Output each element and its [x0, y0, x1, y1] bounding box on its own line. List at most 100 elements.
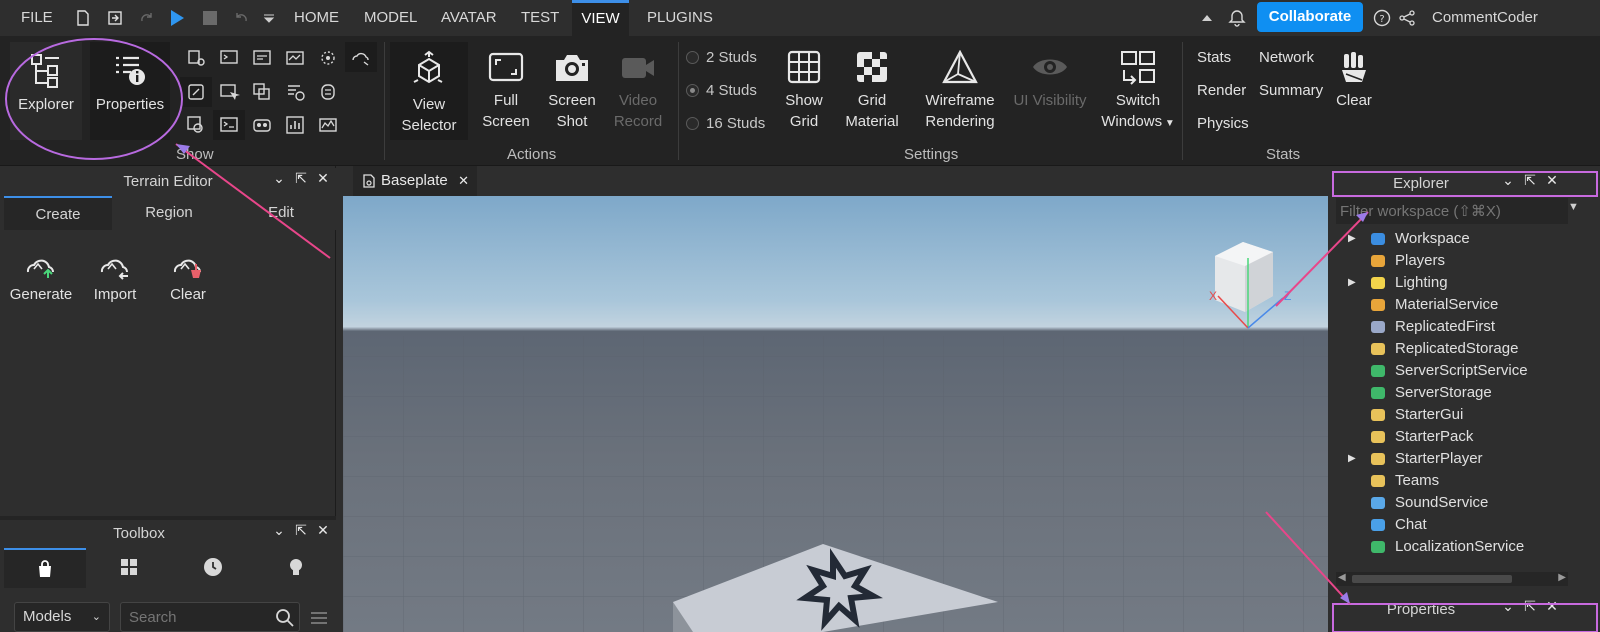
horizontal-scrollbar[interactable]: ◀ ▶: [1336, 572, 1568, 586]
3d-viewport[interactable]: X Z: [343, 196, 1328, 632]
toolbox-toggle[interactable]: [180, 77, 212, 107]
close-icon[interactable]: ✕: [312, 170, 334, 187]
toolbox-search-input[interactable]: [120, 602, 300, 632]
notification-bell-icon[interactable]: [1228, 9, 1246, 27]
chevron-down-icon[interactable]: ⌄: [1497, 172, 1519, 189]
explorer-item-teams[interactable]: Teams: [1336, 470, 1566, 492]
explorer-item-localizationservice[interactable]: LocalizationService: [1336, 536, 1566, 558]
stud-option-16[interactable]: 16 Studs: [686, 115, 765, 132]
username[interactable]: CommentCoder: [1432, 0, 1538, 36]
screen-shot-button[interactable]: Screen Shot: [542, 50, 602, 132]
customize-dropdown-icon[interactable]: [260, 9, 278, 27]
tab-test[interactable]: TEST: [521, 0, 559, 36]
explorer-item-serverstorage[interactable]: ServerStorage: [1336, 382, 1566, 404]
expand-arrow-icon[interactable]: ▶: [1348, 448, 1356, 470]
performance-icon[interactable]: [284, 47, 306, 69]
explorer-item-soundservice[interactable]: SoundService: [1336, 492, 1566, 514]
full-screen-button[interactable]: Full Screen: [476, 50, 536, 132]
select-tool-icon[interactable]: [218, 81, 240, 103]
undock-icon[interactable]: ⇱: [290, 170, 312, 187]
collaborate-button[interactable]: Collaborate: [1257, 2, 1363, 32]
scrollbar-thumb[interactable]: [1352, 575, 1512, 583]
view-selector-button[interactable]: View Selector: [390, 42, 468, 140]
expand-arrow-icon[interactable]: ▶: [1348, 228, 1356, 250]
video-record-button[interactable]: Video Record: [608, 50, 668, 132]
help-icon[interactable]: ?: [1373, 9, 1391, 27]
switch-windows-button[interactable]: Switch Windows ▼: [1098, 50, 1178, 134]
share-icon[interactable]: [1398, 9, 1416, 27]
asset-manager-icon[interactable]: [251, 81, 273, 103]
search-icon[interactable]: [275, 608, 295, 628]
explorer-item-serverscriptservice[interactable]: ServerScriptService: [1336, 360, 1566, 382]
output-icon[interactable]: [218, 47, 240, 69]
explorer-item-players[interactable]: Players: [1336, 250, 1566, 272]
radio-16-studs[interactable]: [686, 117, 699, 130]
command-line-toggle[interactable]: [213, 110, 245, 140]
undock-icon[interactable]: ⇱: [1519, 172, 1541, 189]
micro-profiler-icon[interactable]: [317, 114, 339, 136]
stats-button[interactable]: Stats: [1197, 49, 1231, 66]
clear-terrain-tool[interactable]: Clear: [155, 248, 221, 303]
terrain-editor-toggle[interactable]: [345, 42, 377, 72]
import-tool[interactable]: Import: [82, 248, 148, 303]
tab-creations[interactable]: [256, 548, 336, 588]
explorer-item-startergui[interactable]: StarterGui: [1336, 404, 1566, 426]
tab-inventory[interactable]: [88, 548, 170, 588]
undock-icon[interactable]: ⇱: [290, 522, 312, 539]
animation-icon[interactable]: [317, 47, 339, 69]
filter-dropdown-icon[interactable]: ▼: [1568, 201, 1579, 213]
clear-stats-button[interactable]: Clear: [1332, 50, 1376, 111]
explorer-item-chat[interactable]: Chat: [1336, 514, 1566, 536]
close-icon[interactable]: ✕: [458, 166, 469, 196]
find-results-icon[interactable]: [185, 114, 207, 136]
task-scheduler-icon[interactable]: [284, 81, 306, 103]
filter-workspace-input[interactable]: [1336, 198, 1568, 224]
view-cube[interactable]: [1215, 242, 1284, 329]
show-grid-button[interactable]: Show Grid: [776, 50, 832, 132]
grid-material-button[interactable]: Grid Material: [840, 50, 904, 132]
scroll-left-icon[interactable]: ◀: [1338, 572, 1346, 583]
scroll-right-icon[interactable]: ▶: [1558, 572, 1566, 583]
close-icon[interactable]: ✕: [312, 522, 334, 539]
tab-avatar[interactable]: AVATAR: [441, 0, 497, 36]
radio-4-studs[interactable]: [686, 84, 699, 97]
stop-icon[interactable]: [201, 9, 219, 27]
command-bar-icon[interactable]: [251, 47, 273, 69]
tab-home[interactable]: HOME: [294, 0, 339, 36]
script-analysis-icon[interactable]: [185, 47, 207, 69]
chevron-down-icon[interactable]: ⌄: [268, 522, 290, 539]
tab-baseplate[interactable]: Baseplate ✕: [353, 166, 477, 196]
properties-button[interactable]: Properties: [90, 42, 170, 140]
category-dropdown[interactable]: Models ⌄: [14, 602, 110, 632]
tab-edit[interactable]: Edit: [226, 196, 336, 230]
play-icon[interactable]: [168, 9, 186, 27]
radio-2-studs[interactable]: [686, 51, 699, 64]
stud-option-2[interactable]: 2 Studs: [686, 49, 757, 66]
explorer-item-replicatedfirst[interactable]: ReplicatedFirst: [1336, 316, 1566, 338]
tab-region[interactable]: Region: [114, 196, 224, 230]
undo-icon[interactable]: [232, 9, 250, 27]
close-icon[interactable]: ✕: [1541, 172, 1563, 189]
expand-arrow-icon[interactable]: ▶: [1348, 272, 1356, 294]
tab-recent[interactable]: [172, 548, 254, 588]
tab-plugins[interactable]: PLUGINS: [647, 0, 713, 36]
explorer-button[interactable]: Explorer: [10, 42, 82, 140]
stats-chart-icon[interactable]: [284, 114, 306, 136]
tab-view[interactable]: VIEW: [572, 0, 629, 36]
open-file-icon[interactable]: [106, 9, 124, 27]
explorer-item-workspace[interactable]: ▶ Workspace: [1336, 228, 1566, 250]
view-icon[interactable]: [251, 114, 273, 136]
undock-icon[interactable]: ⇱: [1519, 598, 1541, 615]
stud-option-4[interactable]: 4 Studs: [686, 82, 757, 99]
redo-icon[interactable]: [138, 9, 156, 27]
explorer-item-replicatedstorage[interactable]: ReplicatedStorage: [1336, 338, 1566, 360]
close-icon[interactable]: ✕: [1541, 598, 1563, 615]
network-button[interactable]: Network: [1259, 49, 1314, 66]
explorer-item-starterplayer[interactable]: ▶ StarterPlayer: [1336, 448, 1566, 470]
summary-button[interactable]: Summary: [1259, 82, 1323, 99]
filter-icon[interactable]: [309, 608, 329, 628]
tab-model[interactable]: MODEL: [364, 0, 417, 36]
file-menu[interactable]: FILE: [21, 0, 53, 36]
generate-tool[interactable]: Generate: [8, 248, 74, 303]
explorer-item-lighting[interactable]: ▶ Lighting: [1336, 272, 1566, 294]
